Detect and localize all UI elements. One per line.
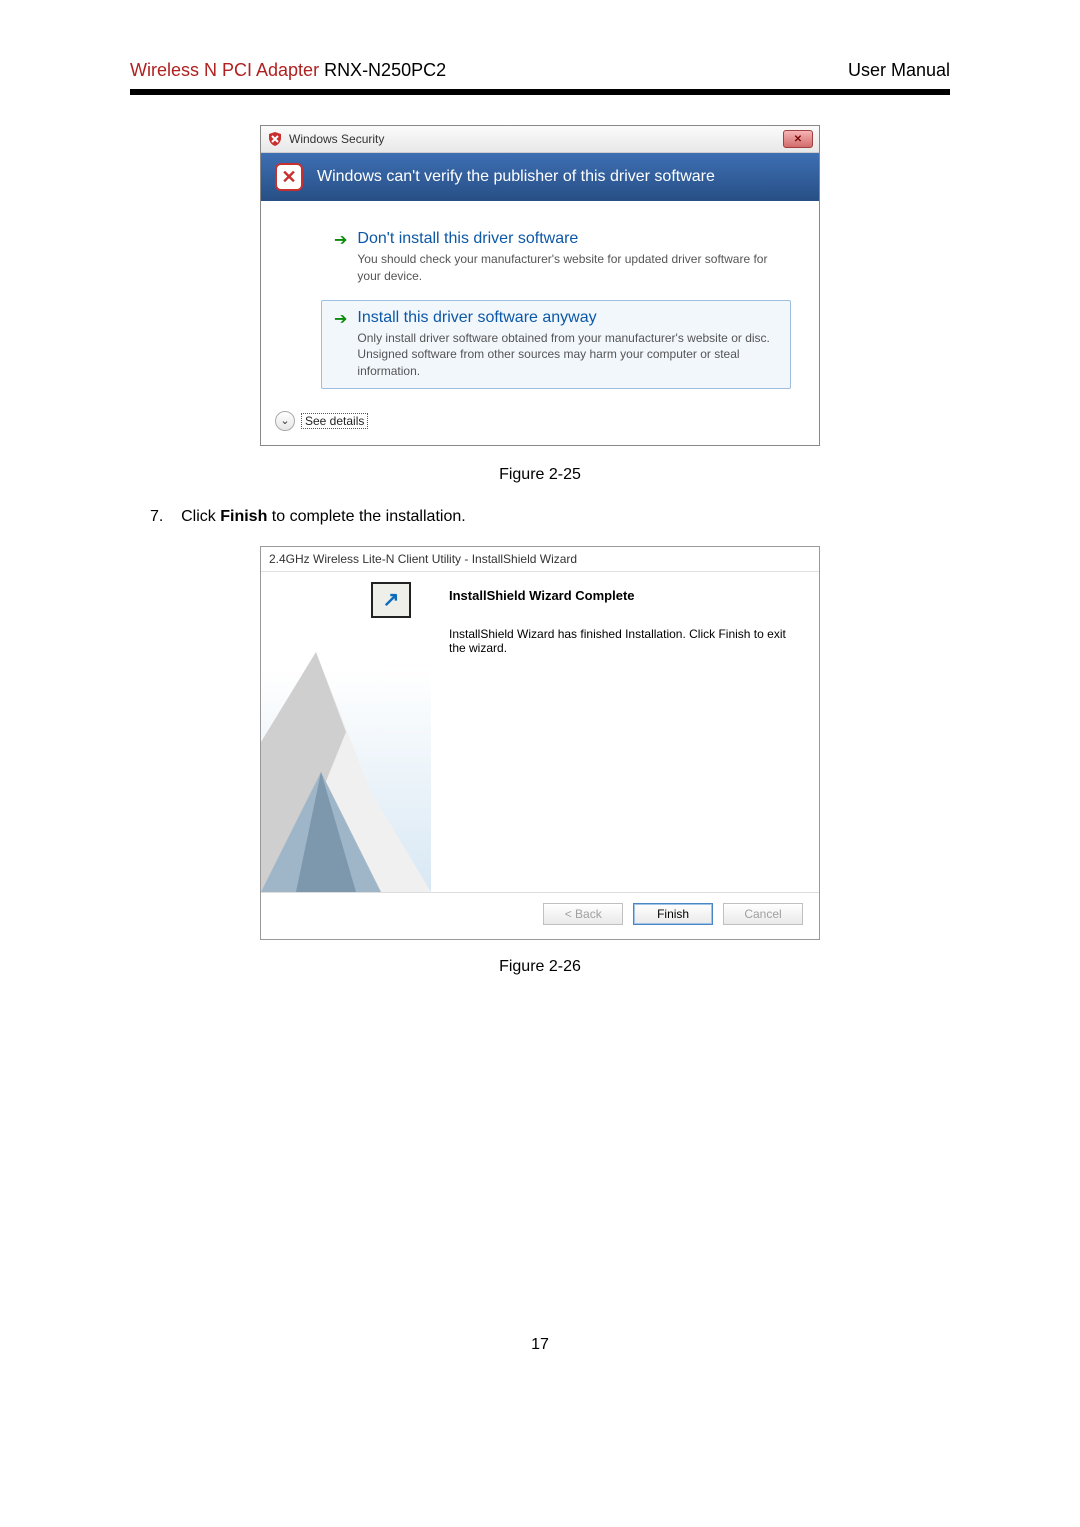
product-name: Wireless N PCI Adapter RNX-N250PC2	[130, 60, 446, 81]
installshield-dialog: 2.4GHz Wireless Lite-N Client Utility - …	[260, 546, 820, 940]
wizard-text: InstallShield Wizard has finished Instal…	[449, 627, 801, 655]
back-button: < Back	[543, 903, 623, 925]
package-icon: ↗	[371, 582, 411, 618]
option-dont-install[interactable]: ➔ Don't install this driver software You…	[321, 221, 791, 294]
product-model: RNX-N250PC2	[319, 60, 446, 80]
header-divider	[130, 89, 950, 95]
arrow-right-icon: ➔	[334, 230, 347, 252]
wizard-heading: InstallShield Wizard Complete	[449, 588, 801, 603]
dialog-title: Windows Security	[289, 132, 384, 146]
arrow-right-icon: ➔	[334, 309, 347, 331]
step-7: 7. Click Finish to complete the installa…	[130, 508, 950, 526]
chevron-down-icon[interactable]: ⌄	[275, 411, 295, 431]
dialog-content: InstallShield Wizard Complete InstallShi…	[431, 572, 819, 892]
finish-button[interactable]: Finish	[633, 903, 713, 925]
page-number: 17	[130, 1336, 950, 1354]
product-red: Wireless N PCI Adapter	[130, 60, 319, 80]
dialog-footer: ⌄ See details	[261, 403, 819, 445]
figure-caption: Figure 2-25	[130, 466, 950, 484]
manual-label: User Manual	[848, 60, 950, 81]
page-header: Wireless N PCI Adapter RNX-N250PC2 User …	[130, 60, 950, 81]
wizard-side-graphic: ↗	[261, 572, 431, 892]
shield-error-icon: ✕	[275, 163, 303, 191]
step-text-before: Click	[181, 508, 220, 525]
figure-caption: Figure 2-26	[130, 958, 950, 976]
dialog-body: ↗ InstallShield Wizard Complete InstallS…	[261, 572, 819, 892]
option-title: Don't install this driver software	[357, 230, 778, 248]
option-desc: Only install driver software obtained fr…	[357, 330, 778, 380]
cancel-button: Cancel	[723, 903, 803, 925]
option-desc: You should check your manufacturer's web…	[357, 251, 778, 285]
dialog-heading: Windows can't verify the publisher of th…	[317, 168, 715, 186]
close-button[interactable]: ✕	[783, 130, 813, 148]
dialog-titlebar: Windows Security ✕	[261, 126, 819, 153]
shield-icon	[267, 131, 283, 147]
see-details-link[interactable]: See details	[301, 413, 368, 429]
dialog-title: 2.4GHz Wireless Lite-N Client Utility - …	[261, 547, 819, 572]
windows-security-dialog: Windows Security ✕ ✕ Windows can't verif…	[260, 125, 820, 446]
dialog-button-row: < Back Finish Cancel	[261, 892, 819, 939]
dialog-warning-header: ✕ Windows can't verify the publisher of …	[261, 153, 819, 201]
option-title: Install this driver software anyway	[357, 309, 778, 327]
step-text-after: to complete the installation.	[267, 508, 465, 525]
step-text-bold: Finish	[220, 508, 267, 525]
option-install-anyway[interactable]: ➔ Install this driver software anyway On…	[321, 300, 791, 389]
dialog-options: ➔ Don't install this driver software You…	[261, 201, 819, 403]
step-number: 7.	[150, 508, 163, 525]
